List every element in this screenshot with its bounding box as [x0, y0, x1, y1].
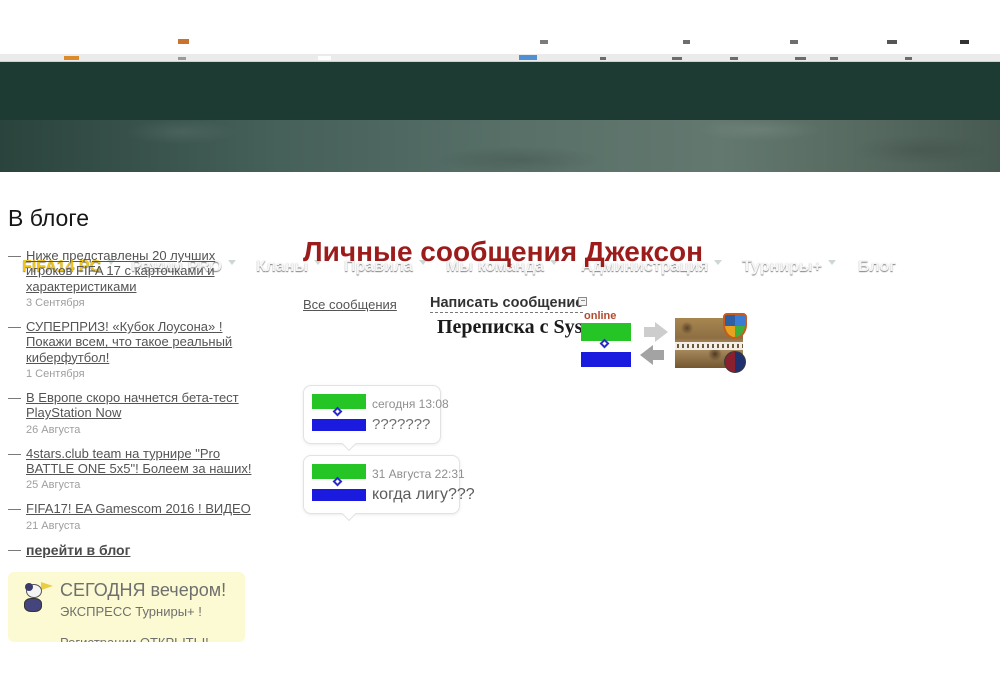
list-item: перейти в блог — [8, 542, 263, 559]
chrome-fragment — [830, 57, 838, 60]
message-bubble: 31 Августа 22:31 когда лигу??? — [303, 455, 460, 514]
compose-icon[interactable] — [578, 297, 587, 306]
blog-post-date: 1 Сентября — [26, 368, 263, 380]
sidebar-title: В блоге — [8, 205, 263, 232]
interlocutor-avatar[interactable] — [675, 318, 743, 368]
sender-flag-avatar[interactable] — [312, 464, 366, 501]
chrome-fragment — [960, 40, 969, 44]
online-status-badge: online — [584, 310, 616, 322]
club-round-badge-icon — [724, 351, 746, 373]
promo-line-1: СЕГОДНЯ вечером! — [60, 580, 226, 601]
chrome-fragment — [178, 57, 186, 60]
blog-post-date: 25 Августа — [26, 479, 263, 491]
blog-post-link[interactable]: СУПЕРПРИЗ! «Кубок Лоусона» ! Покажи всем… — [26, 319, 263, 365]
promo-line-3: Регистрации ОТКРЫТЫ! — [60, 635, 226, 642]
blog-post-date: 21 Августа — [26, 520, 263, 532]
chrome-fragment — [672, 57, 682, 60]
bubble-tail — [342, 437, 356, 451]
browser-bookmark-strip — [0, 54, 1000, 62]
mascot-dog-icon — [22, 582, 54, 618]
list-item: СУПЕРПРИЗ! «Кубок Лоусона» ! Покажи всем… — [8, 319, 263, 380]
blog-post-link[interactable]: FIFA17! EA Gamescom 2016 ! ВИДЕО — [26, 501, 263, 516]
main-nav: FIFA14 PC Режим PRO Кланы Правила Мы ком… — [0, 120, 1000, 172]
top-status-bar: 13:09:09 66 ЛС Личный кабинет Играть сей… — [0, 62, 1000, 120]
page-title: Личные сообщения Джексон — [303, 236, 703, 268]
message-bubble: сегодня 13:08 ??????? — [303, 385, 441, 444]
chrome-fragment — [64, 56, 79, 60]
chrome-fragment — [318, 56, 331, 60]
chrome-fragment — [730, 57, 738, 60]
chrome-fragment — [540, 40, 548, 44]
conversation-title: Переписка с Sys — [437, 316, 582, 339]
chrome-fragment — [905, 57, 912, 60]
chrome-fragment — [178, 39, 189, 44]
chrome-fragment — [519, 55, 537, 60]
chrome-fragment — [683, 40, 690, 44]
arrow-right-icon — [644, 322, 668, 342]
list-item: 4stars.club team на турнире "Pro BATTLE … — [8, 446, 263, 492]
list-item: Ниже представлены 20 лучших игроков FIFA… — [8, 248, 263, 309]
chrome-fragment — [795, 57, 806, 60]
user-flag-avatar[interactable] — [581, 323, 631, 367]
message-text: когда лигу??? — [372, 486, 475, 504]
all-messages-link[interactable]: Все сообщения — [303, 297, 397, 312]
blog-post-date: 26 Августа — [26, 424, 263, 436]
list-item: FIFA17! EA Gamescom 2016 ! ВИДЕО 21 Авгу… — [8, 501, 263, 531]
chevron-down-icon — [828, 260, 836, 265]
blog-post-link[interactable]: В Европе скоро начнется бета-тест PlaySt… — [26, 390, 263, 421]
nav-item-turniry[interactable]: Турниры+ — [742, 258, 836, 276]
nav-item-blog[interactable]: Блог — [858, 258, 896, 276]
blog-sidebar: В блоге Ниже представлены 20 лучших игро… — [8, 205, 263, 568]
message-text: ??????? — [372, 416, 430, 433]
message-timestamp: сегодня 13:08 — [372, 397, 449, 411]
list-item: В Европе скоро начнется бета-тест PlaySt… — [8, 390, 263, 436]
chrome-fragment — [887, 40, 897, 44]
blog-post-date: 3 Сентября — [26, 297, 263, 309]
goto-blog-link[interactable]: перейти в блог — [26, 542, 263, 559]
promo-box: СЕГОДНЯ вечером! ЭКСПРЕСС Турниры+ ! Рег… — [8, 572, 245, 642]
bubble-tail — [342, 507, 356, 521]
write-message-link[interactable]: Написать сообщение — [430, 295, 583, 313]
chrome-fragment — [600, 57, 606, 60]
arrow-left-icon — [640, 345, 664, 365]
message-timestamp: 31 Августа 22:31 — [372, 467, 465, 481]
chrome-fragment — [790, 40, 798, 44]
promo-text: СЕГОДНЯ вечером! ЭКСПРЕСС Турниры+ ! Рег… — [60, 580, 226, 642]
promo-line-2: ЭКСПРЕСС Турниры+ ! — [60, 604, 226, 619]
avatar-caption-strip — [675, 342, 743, 350]
chevron-down-icon — [714, 260, 722, 265]
sender-flag-avatar[interactable] — [312, 394, 366, 431]
blog-post-link[interactable]: 4stars.club team на турнире "Pro BATTLE … — [26, 446, 263, 477]
club-shield-badge-icon — [723, 313, 747, 339]
page: 13:09:09 66 ЛС Личный кабинет Играть сей… — [0, 0, 1000, 700]
blog-post-link[interactable]: Ниже представлены 20 лучших игроков FIFA… — [26, 248, 263, 294]
